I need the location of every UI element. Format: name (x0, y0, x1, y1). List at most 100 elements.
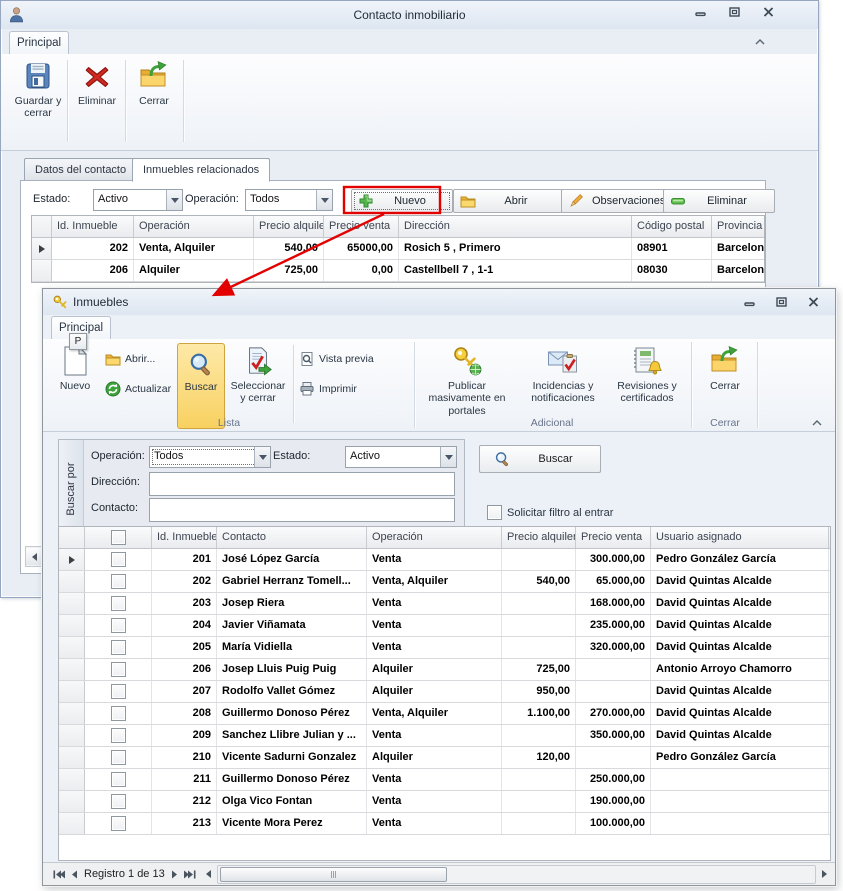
table-row[interactable]: 209Sanchez Llibre Julian y ...Venta350.0… (59, 725, 830, 747)
column-header[interactable]: Usuario asignado (651, 527, 829, 548)
row-checkbox[interactable] (111, 728, 126, 743)
cerrar-inmuebles-button[interactable]: Cerrar (697, 343, 753, 392)
chevron-down-icon[interactable] (440, 447, 456, 467)
table-row[interactable]: 202Venta, Alquiler540,0065000,00Rosich 5… (32, 238, 764, 260)
column-header[interactable]: Id. Inmueble (152, 527, 217, 548)
maximize-icon[interactable] (726, 5, 742, 19)
scroll-left-icon[interactable] (206, 870, 211, 878)
row-checkbox[interactable] (111, 816, 126, 831)
row-checkbox-cell[interactable] (85, 615, 152, 636)
table-row[interactable]: 202Gabriel Herranz Tomell...Venta, Alqui… (59, 571, 830, 593)
estado-combobox[interactable]: Activo (345, 446, 457, 468)
row-selector[interactable] (32, 260, 52, 281)
chevron-down-icon[interactable] (166, 190, 182, 210)
column-header[interactable]: Contacto (217, 527, 367, 548)
table-row[interactable]: 201José López GarcíaVenta300.000,00Pedro… (59, 549, 830, 571)
observaciones-button[interactable]: Observaciones (561, 189, 671, 213)
row-checkbox[interactable] (111, 640, 126, 655)
row-selector[interactable] (59, 659, 85, 680)
horizontal-scrollbar[interactable] (217, 865, 816, 884)
row-selector[interactable] (59, 703, 85, 724)
row-selector[interactable] (59, 549, 85, 570)
maximize-icon[interactable] (773, 295, 789, 309)
record-prev-icon[interactable] (71, 870, 78, 879)
window-b-titlebar[interactable]: Inmuebles (43, 289, 835, 315)
collapse-ribbon-icon[interactable] (754, 38, 766, 46)
row-selector[interactable] (59, 681, 85, 702)
row-selector[interactable] (59, 747, 85, 768)
row-checkbox-cell[interactable] (85, 703, 152, 724)
close-window-button[interactable]: Cerrar (129, 58, 179, 107)
row-checkbox[interactable] (111, 772, 126, 787)
close-icon[interactable] (805, 295, 821, 309)
scroll-right-icon[interactable] (822, 870, 827, 878)
row-selector[interactable] (59, 791, 85, 812)
row-selector[interactable] (59, 725, 85, 746)
column-header[interactable]: Precio alquiler (502, 527, 576, 548)
column-header[interactable]: Código postal (632, 216, 712, 237)
column-header[interactable]: Operación (134, 216, 254, 237)
direccion-input[interactable] (149, 472, 455, 496)
collapse-ribbon-icon[interactable] (811, 419, 823, 427)
revisiones-button[interactable]: Revisiones y certificados (607, 343, 687, 405)
operacion-combobox[interactable]: Todos (149, 446, 271, 468)
contacto-input[interactable] (149, 498, 455, 522)
select-all-checkbox-cell[interactable] (85, 527, 152, 548)
row-checkbox[interactable] (111, 596, 126, 611)
row-checkbox-cell[interactable] (85, 659, 152, 680)
table-row[interactable]: 206Alquiler725,000,00Castellbell 7 , 1-1… (32, 260, 764, 282)
vista-previa-button[interactable]: Vista previa (299, 351, 374, 367)
row-selector[interactable] (59, 813, 85, 834)
incidencias-button[interactable]: Incidencias y notificaciones (521, 343, 605, 405)
solicitar-filtro-checkbox[interactable] (487, 505, 502, 520)
row-selector[interactable] (59, 615, 85, 636)
column-header[interactable]: Dirección (399, 216, 632, 237)
eliminar-button[interactable]: Eliminar (663, 189, 775, 213)
chevron-down-icon[interactable] (254, 447, 270, 467)
publicar-masivamente-button[interactable]: Publicar masivamente en portales (417, 343, 517, 417)
row-selector[interactable] (59, 593, 85, 614)
record-next-icon[interactable] (171, 870, 178, 879)
table-row[interactable]: 210Vicente Sadurni GonzalezAlquiler120,0… (59, 747, 830, 769)
imprimir-button[interactable]: Imprimir (299, 381, 357, 397)
column-header[interactable]: Operación (367, 527, 502, 548)
row-checkbox[interactable] (111, 574, 126, 589)
operacion-combobox[interactable]: Todos (245, 189, 333, 211)
scroll-left-icon[interactable] (26, 548, 43, 565)
table-row[interactable]: 203Josep RieraVenta168.000,00David Quint… (59, 593, 830, 615)
row-checkbox-cell[interactable] (85, 549, 152, 570)
table-row[interactable]: 212Olga Vico FontanVenta190.000,00 (59, 791, 830, 813)
row-checkbox[interactable] (111, 552, 126, 567)
column-header[interactable]: Precio alquiler (254, 216, 324, 237)
buscar-button[interactable]: Buscar (479, 445, 601, 473)
tab-inmuebles-relacionados[interactable]: Inmuebles relacionados (132, 158, 270, 182)
row-checkbox-cell[interactable] (85, 769, 152, 790)
table-row[interactable]: 205María VidiellaVenta320.000,00David Qu… (59, 637, 830, 659)
row-selector[interactable] (59, 769, 85, 790)
row-checkbox-cell[interactable] (85, 637, 152, 658)
record-last-icon[interactable] (184, 870, 196, 879)
row-checkbox-cell[interactable] (85, 791, 152, 812)
row-checkbox-cell[interactable] (85, 571, 152, 592)
row-checkbox-cell[interactable] (85, 813, 152, 834)
select-all-checkbox[interactable] (111, 530, 126, 545)
row-checkbox[interactable] (111, 794, 126, 809)
row-checkbox[interactable] (111, 618, 126, 633)
delete-button[interactable]: Eliminar (71, 58, 123, 107)
seleccionar-y-cerrar-button[interactable]: Seleccionar y cerrar (227, 343, 289, 405)
minimize-icon[interactable] (741, 295, 757, 309)
table-row[interactable]: 208Guillermo Donoso PérezVenta, Alquiler… (59, 703, 830, 725)
row-selector[interactable] (59, 571, 85, 592)
row-checkbox-cell[interactable] (85, 593, 152, 614)
nuevo-button[interactable]: Nuevo (351, 189, 453, 213)
table-row[interactable]: 207Rodolfo Vallet GómezAlquiler950,00Dav… (59, 681, 830, 703)
abrir-button[interactable]: Abrir (453, 189, 563, 213)
chevron-down-icon[interactable] (316, 190, 332, 210)
nuevo-inmueble-button[interactable]: Nuevo (49, 343, 101, 392)
row-checkbox[interactable] (111, 684, 126, 699)
tab-datos-del-contacto[interactable]: Datos del contacto (24, 158, 137, 181)
close-icon[interactable] (760, 5, 776, 19)
table-row[interactable]: 213Vicente Mora PerezVenta100.000,00 (59, 813, 830, 835)
record-first-icon[interactable] (53, 870, 65, 879)
table-row[interactable]: 204Javier ViñamataVenta235.000,00David Q… (59, 615, 830, 637)
